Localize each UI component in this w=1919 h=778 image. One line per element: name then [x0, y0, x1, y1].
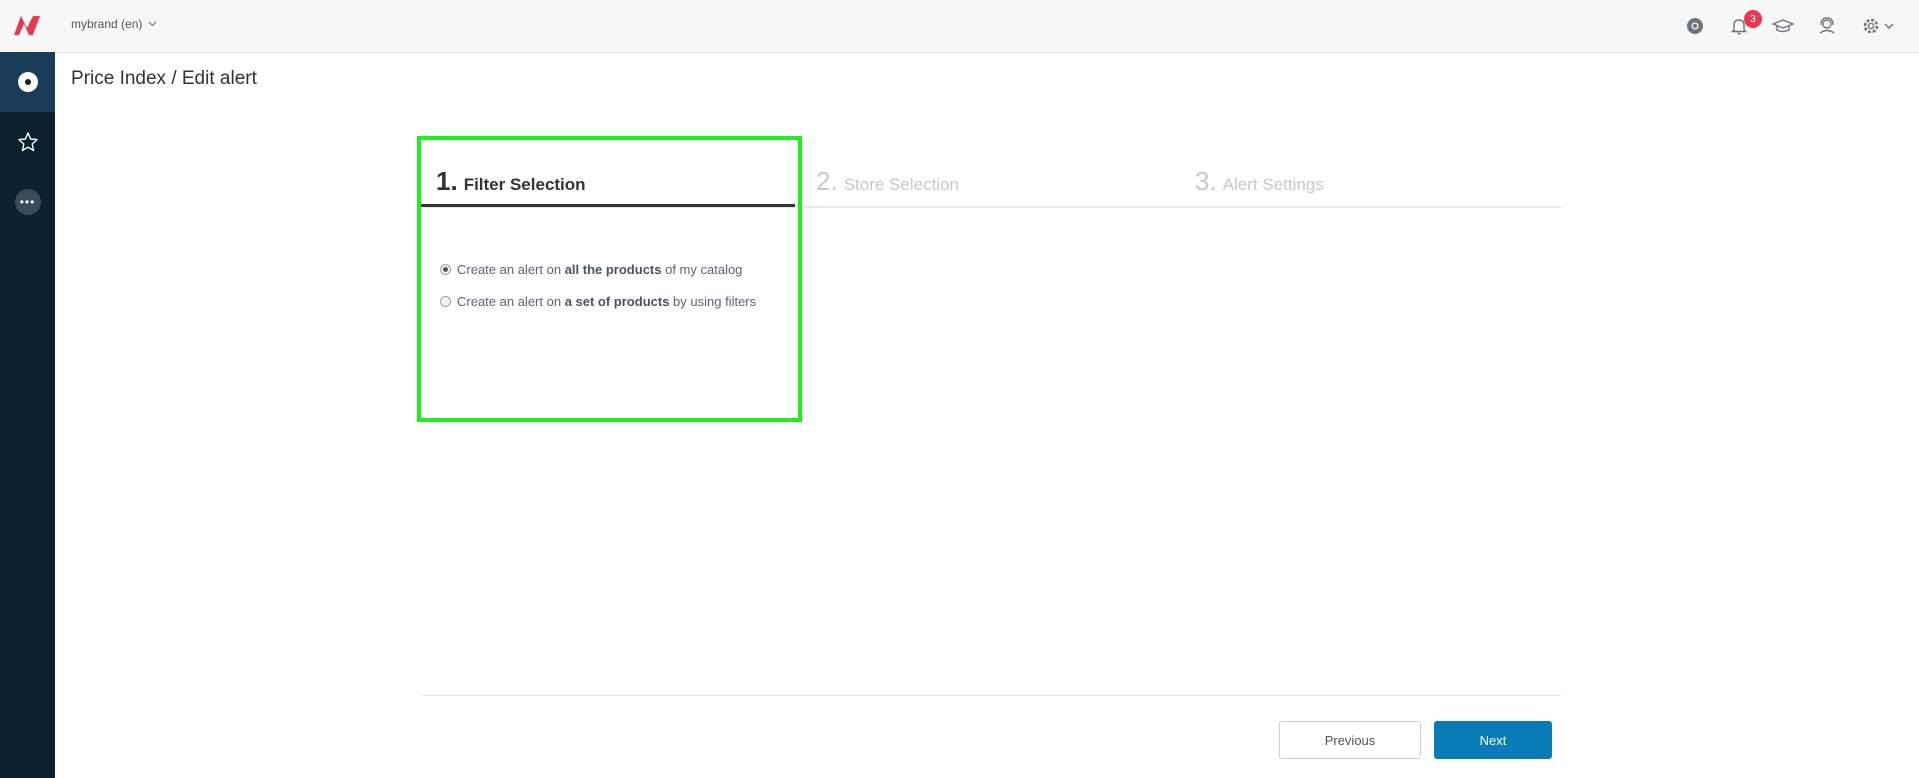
- step-alert-settings[interactable]: 3. Alert Settings: [1195, 166, 1324, 210]
- step-number: 2.: [816, 166, 838, 196]
- sidebar-item-more[interactable]: •••: [0, 172, 55, 232]
- step-store-selection[interactable]: 2. Store Selection: [816, 166, 959, 210]
- step-label: Alert Settings: [1222, 175, 1324, 194]
- settings-chevron-down-icon[interactable]: [1884, 15, 1894, 37]
- brand-selector[interactable]: mybrand (en): [71, 17, 157, 31]
- option-set-of-products[interactable]: Create an alert on a set of products by …: [440, 294, 756, 309]
- option-label: Create an alert on a set of products by …: [457, 294, 757, 309]
- sidebar-item-favorites[interactable]: [0, 112, 55, 172]
- brand-selector-label: mybrand (en): [71, 17, 143, 31]
- target-icon: [17, 72, 38, 92]
- brand-logo-icon[interactable]: [12, 13, 44, 37]
- notification-badge: 3: [1744, 10, 1762, 28]
- gear-icon[interactable]: [1860, 15, 1882, 37]
- star-icon: [17, 132, 38, 152]
- support-agent-icon[interactable]: [1816, 15, 1838, 37]
- more-icon: •••: [14, 189, 41, 215]
- option-label: Create an alert on all the products of m…: [457, 262, 743, 277]
- option-all-products[interactable]: Create an alert on all the products of m…: [440, 262, 742, 277]
- radio-all-products[interactable]: [440, 264, 451, 275]
- highlight-box: [417, 136, 802, 422]
- previous-button[interactable]: Previous: [1279, 721, 1421, 759]
- top-bar: mybrand (en) 3: [0, 0, 1919, 53]
- next-button[interactable]: Next: [1434, 721, 1552, 759]
- chevron-down-icon: [148, 21, 157, 27]
- step-label: Store Selection: [843, 175, 959, 194]
- sidebar-item-price-index[interactable]: [0, 52, 55, 112]
- page-title: Price Index / Edit alert: [71, 68, 257, 89]
- sidebar: •••: [0, 52, 55, 778]
- step-number: 3.: [1195, 166, 1217, 196]
- radio-set-of-products[interactable]: [440, 296, 451, 307]
- chrome-extension-icon[interactable]: [1684, 15, 1706, 37]
- footer-divider: [420, 695, 1561, 696]
- graduation-cap-icon[interactable]: [1772, 15, 1794, 37]
